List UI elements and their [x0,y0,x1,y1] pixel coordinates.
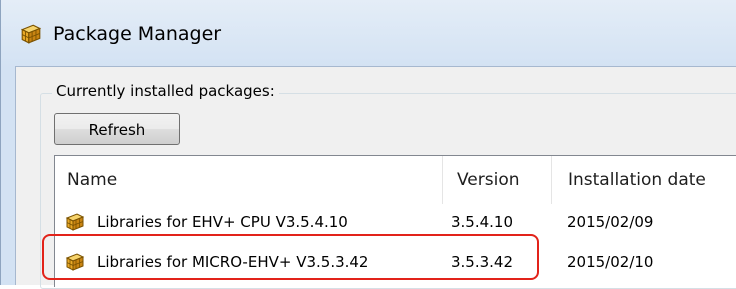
package-icon [65,212,85,232]
title-bar[interactable]: Package Manager [1,0,736,66]
package-install-date: 2015/02/10 [567,253,654,271]
package-icon [20,23,42,45]
package-install-date: 2015/02/09 [567,213,654,231]
package-name: Libraries for MICRO-EHV+ V3.5.3.42 [97,253,369,271]
package-version: 3.5.4.10 [451,213,514,231]
group-label: Currently installed packages: [52,81,279,101]
package-name: Libraries for EHV+ CPU V3.5.4.10 [97,213,348,231]
packages-list[interactable]: Name Version Installation date Libraries… [54,155,736,287]
refresh-button[interactable]: Refresh [54,113,180,145]
column-header-installation-date[interactable]: Installation date [552,156,736,204]
list-item[interactable]: Libraries for EHV+ CPU V3.5.4.10 3.5.4.1… [55,204,736,240]
package-version: 3.5.3.42 [451,253,514,271]
window-client-area: Currently installed packages: Refresh Na… [15,66,736,289]
window-title: Package Manager [53,23,222,45]
list-item[interactable]: Libraries for MICRO-EHV+ V3.5.3.42 3.5.3… [55,244,736,280]
package-icon [65,252,85,272]
column-header-version[interactable]: Version [443,156,552,204]
package-manager-window: Package Manager Currently installed pack… [0,0,736,289]
column-header-name[interactable]: Name [55,156,443,204]
list-header: Name Version Installation date [55,156,736,204]
